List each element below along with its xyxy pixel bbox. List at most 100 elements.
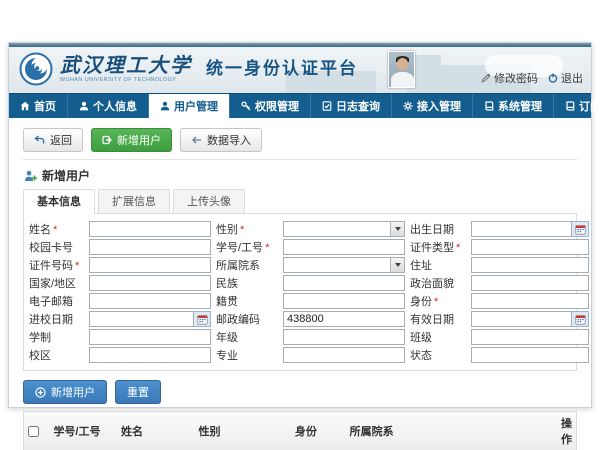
required-asterisk: *	[456, 242, 460, 254]
required-asterisk: *	[434, 296, 438, 308]
ethnicity-control	[283, 275, 405, 291]
enroll-date-control	[89, 311, 211, 327]
native-place-label: 籍贯	[216, 293, 278, 309]
select-all-checkbox[interactable]	[28, 426, 39, 437]
main-nav: 首页个人信息用户管理权限管理日志查询接入管理系统管理订阅管理	[9, 93, 591, 118]
email-label: 电子邮箱	[29, 293, 84, 309]
add-user-toolbar-label: 新增用户	[117, 132, 161, 148]
gender-selected-value	[284, 222, 390, 236]
major-label: 专业	[216, 347, 278, 363]
platform-title: 统一身份认证平台	[206, 54, 358, 85]
ethnicity-field[interactable]	[283, 275, 405, 291]
ethnicity-label: 民族	[216, 275, 278, 291]
nav-item-5[interactable]: 接入管理	[392, 94, 473, 118]
tab-label: 上传头像	[187, 196, 231, 208]
status-field[interactable]	[471, 347, 589, 363]
country-region-field[interactable]	[89, 275, 211, 291]
key-icon	[241, 101, 251, 111]
nav-item-label: 个人信息	[93, 98, 137, 114]
class-control	[471, 329, 589, 345]
grade-field[interactable]	[283, 329, 405, 345]
nav-item-label: 订阅管理	[579, 98, 600, 114]
political-status-label: 政治面貌	[410, 275, 466, 291]
postal-code-label: 邮政编码	[216, 311, 278, 327]
nav-item-label: 接入管理	[417, 98, 461, 114]
data-import-button[interactable]: 数据导入	[180, 128, 262, 152]
app-window: 武汉理工大学 WUHAN UNIVERSITY OF TECHNOLOGY 统一…	[8, 42, 592, 408]
valid-date-field[interactable]	[471, 311, 572, 327]
address-field[interactable]	[471, 257, 589, 273]
logout-link[interactable]: 退出	[548, 70, 583, 88]
add-user-toolbar-button[interactable]: 新增用户	[91, 128, 172, 152]
major-field[interactable]	[283, 347, 405, 363]
nav-item-1[interactable]: 个人信息	[68, 94, 149, 118]
change-password-link[interactable]: 修改密码	[481, 70, 538, 88]
header-right: 修改密码 退出	[388, 51, 583, 88]
department-control	[283, 257, 405, 273]
postal-code-control	[283, 311, 405, 327]
email-field[interactable]	[89, 293, 211, 309]
nav-item-4[interactable]: 日志查询	[311, 94, 392, 118]
tab-1[interactable]: 扩展信息	[98, 189, 170, 213]
nav-item-0[interactable]: 首页	[9, 94, 68, 118]
postal-code-field[interactable]	[283, 311, 405, 327]
birth-date-field[interactable]	[471, 221, 572, 237]
school-system-field[interactable]	[89, 329, 211, 345]
nav-item-7[interactable]: 订阅管理	[554, 94, 600, 118]
required-asterisk: *	[53, 224, 57, 236]
form-panel: 姓名*性别*出生日期校园卡号学号/工号*证件类型*证件号码*所属院系住址国家/地…	[23, 213, 577, 371]
name-field[interactable]	[89, 221, 211, 237]
user-form: 姓名*性别*出生日期校园卡号学号/工号*证件类型*证件号码*所属院系住址国家/地…	[29, 221, 571, 363]
submit-add-user-button[interactable]: 新增用户	[23, 380, 107, 404]
campus-card-no-field[interactable]	[89, 239, 211, 255]
campus-field[interactable]	[89, 347, 211, 363]
calendar-icon[interactable]	[194, 311, 211, 327]
id-type-field[interactable]	[471, 239, 589, 255]
back-button[interactable]: 返回	[23, 128, 83, 152]
calendar-icon[interactable]	[572, 221, 589, 237]
school-system-label: 学制	[29, 329, 84, 345]
enroll-date-field[interactable]	[89, 311, 194, 327]
reset-button[interactable]: 重置	[115, 380, 161, 404]
book-icon	[484, 101, 494, 111]
gender-select[interactable]	[283, 221, 405, 237]
tab-label: 基本信息	[37, 196, 81, 208]
table-header-3: 身份	[291, 412, 346, 450]
section-title: 新增用户	[23, 160, 577, 189]
nav-item-2[interactable]: 用户管理	[149, 94, 230, 118]
power-icon	[548, 73, 558, 83]
department-select[interactable]	[283, 257, 405, 273]
grade-control	[283, 329, 405, 345]
student-id-field[interactable]	[283, 239, 405, 255]
id-number-control	[89, 257, 211, 273]
class-field[interactable]	[471, 329, 589, 345]
required-asterisk: *	[265, 242, 269, 254]
political-status-field[interactable]	[471, 275, 589, 291]
department-selected-value	[284, 258, 390, 272]
campus-card-no-label: 校园卡号	[29, 239, 84, 255]
id-number-field[interactable]	[89, 257, 211, 273]
reset-button-label: 重置	[127, 384, 149, 400]
tab-0[interactable]: 基本信息	[23, 189, 95, 214]
chevron-down-icon[interactable]	[390, 258, 404, 272]
nav-item-3[interactable]: 权限管理	[230, 94, 311, 118]
gear-icon	[403, 101, 413, 111]
log-icon	[322, 101, 332, 111]
table-header-4: 所属院系	[346, 412, 557, 450]
native-place-control	[283, 293, 405, 309]
nav-item-6[interactable]: 系统管理	[473, 94, 554, 118]
valid-date-label: 有效日期	[410, 311, 466, 327]
user-avatar[interactable]	[388, 51, 415, 88]
identity-field[interactable]	[471, 293, 589, 309]
country-region-label: 国家/地区	[29, 275, 84, 291]
chevron-down-icon[interactable]	[390, 222, 404, 236]
calendar-icon[interactable]	[572, 311, 589, 327]
tab-2[interactable]: 上传头像	[173, 189, 245, 213]
logout-label: 退出	[561, 70, 583, 86]
campus-card-no-control	[89, 239, 211, 255]
name-control	[89, 221, 211, 237]
native-place-field[interactable]	[283, 293, 405, 309]
status-label: 状态	[410, 347, 466, 363]
back-button-label: 返回	[50, 132, 72, 148]
campus-control	[89, 347, 211, 363]
